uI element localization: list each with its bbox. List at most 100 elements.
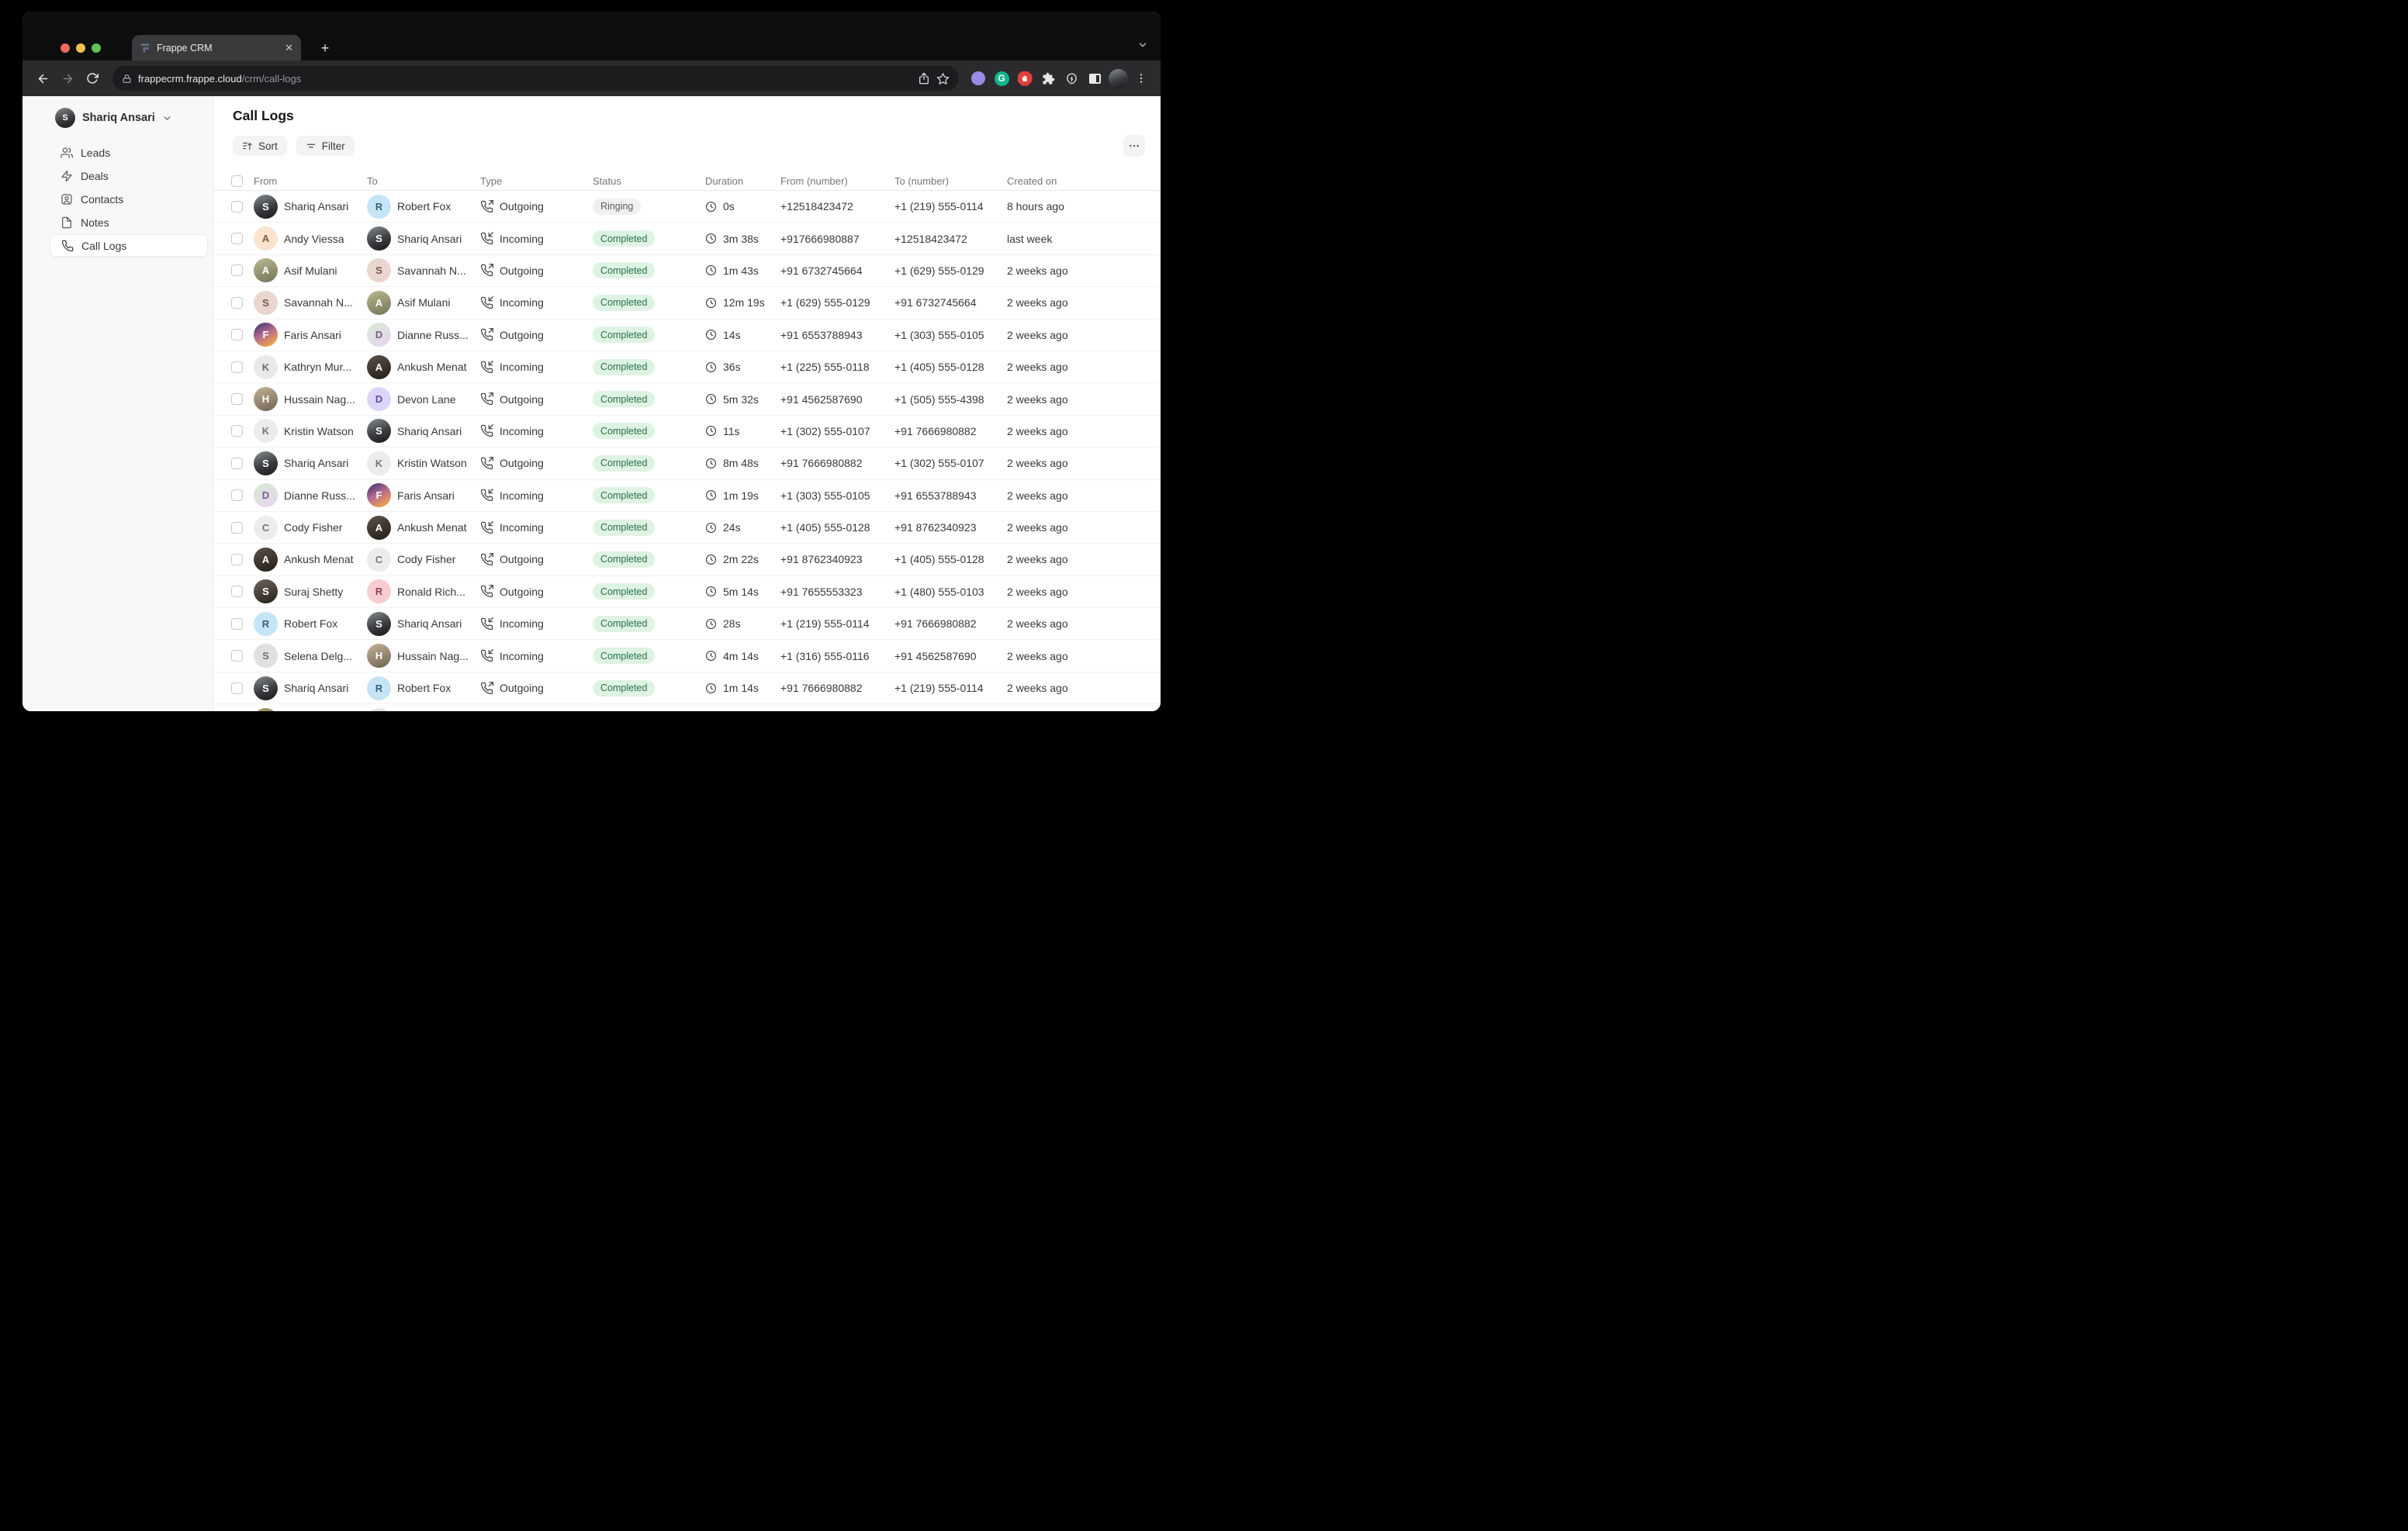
row-checkbox[interactable] [231, 489, 243, 501]
grammarly-extension-icon[interactable]: G [991, 68, 1012, 88]
close-tab-icon[interactable]: ✕ [285, 43, 293, 53]
from-number: +1 (225) 555-0118 [780, 361, 870, 373]
row-checkbox[interactable] [231, 650, 243, 662]
reading-list-sidebar-icon[interactable] [1085, 68, 1105, 88]
from-avatar: R [254, 612, 278, 636]
status-badge: Completed [593, 487, 655, 503]
to-number: +1 (219) 555-0114 [894, 682, 984, 694]
from-name: Asif Mulani [284, 264, 337, 277]
table-row[interactable]: RRobert Fox SShariq Ansari Incoming Comp… [213, 608, 1161, 640]
sort-button[interactable]: Sort [233, 136, 287, 156]
user-avatar: S [55, 108, 75, 128]
row-checkbox[interactable] [231, 554, 243, 565]
table-row[interactable]: DDianne Russ... FFaris Ansari Incoming C… [213, 480, 1161, 512]
column-header-to-number[interactable]: To (number) [894, 175, 1007, 187]
call-type: Incoming [500, 361, 544, 373]
incoming-call-icon [480, 232, 493, 245]
row-checkbox[interactable] [231, 522, 243, 534]
reload-button[interactable] [81, 67, 103, 89]
incoming-call-icon [480, 296, 493, 309]
row-checkbox[interactable] [231, 329, 243, 340]
column-header-type[interactable]: Type [480, 175, 593, 187]
select-all-checkbox[interactable] [231, 175, 243, 187]
table-row[interactable]: FFaris Ansari DDianne Russ... Outgoing C… [213, 320, 1161, 351]
github-extension-icon[interactable] [968, 68, 988, 88]
more-options-button[interactable] [1123, 135, 1145, 157]
row-checkbox[interactable] [231, 618, 243, 630]
notes-icon [61, 216, 73, 229]
table-row[interactable]: KKristin Watson SShariq Ansari Incoming … [213, 416, 1161, 448]
row-checkbox[interactable] [231, 458, 243, 469]
column-header-from-number[interactable]: From (number) [780, 175, 894, 187]
table-row[interactable]: SShariq Ansari RRobert Fox Outgoing Comp… [213, 672, 1161, 704]
sidebar-item-notes[interactable]: Notes [50, 211, 208, 233]
created-on: last week [1007, 233, 1052, 245]
table-row[interactable] [213, 704, 1161, 711]
row-checkbox[interactable] [231, 264, 243, 276]
table-row[interactable]: CCody Fisher AAnkush Menat Incoming Comp… [213, 512, 1161, 544]
table-row[interactable]: SShariq Ansari KKristin Watson Outgoing … [213, 448, 1161, 479]
sidebar-item-label: Leads [81, 147, 110, 159]
filter-button-label: Filter [322, 140, 345, 152]
clock-icon [705, 297, 717, 309]
share-icon[interactable] [918, 72, 930, 85]
user-menu[interactable]: S Shariq Ansari [22, 107, 213, 129]
clock-icon [705, 425, 717, 437]
column-header-status[interactable]: Status [593, 175, 705, 187]
table-row[interactable]: SSelena Delg... HHussain Nag... Incoming… [213, 640, 1161, 672]
row-checkbox[interactable] [231, 393, 243, 405]
row-checkbox[interactable] [231, 586, 243, 597]
call-type: Outgoing [500, 393, 544, 406]
tab-search-chevron-icon[interactable] [1137, 40, 1148, 50]
row-checkbox[interactable] [231, 297, 243, 309]
table-row[interactable]: AAndy Viessa SShariq Ansari Incoming Com… [213, 223, 1161, 254]
from-number: +91 7666980882 [780, 682, 863, 694]
sidebar-item-call-logs[interactable]: Call Logs [50, 234, 208, 257]
row-checkbox[interactable] [231, 425, 243, 437]
table-row[interactable]: SSavannah N... AAsif Mulani Incoming Com… [213, 287, 1161, 319]
row-checkbox[interactable] [231, 233, 243, 244]
sidebar-item-deals[interactable]: Deals [50, 164, 208, 187]
clock-icon [705, 201, 717, 213]
adblock-extension-icon[interactable] [1015, 68, 1035, 88]
to-number: +12518423472 [894, 233, 967, 245]
profile-avatar[interactable] [1108, 68, 1128, 88]
filter-button[interactable]: Filter [296, 136, 355, 156]
from-name: Robert Fox [284, 617, 337, 630]
browser-menu-icon[interactable] [1131, 68, 1151, 88]
browser-tab[interactable]: Frappe CRM ✕ [132, 35, 301, 60]
forward-button[interactable] [57, 67, 78, 89]
table-row[interactable]: HHussain Nag... DDevon Lane Outgoing Com… [213, 383, 1161, 415]
extensions-puzzle-icon[interactable] [1038, 68, 1058, 88]
browser-window: Frappe CRM ✕ + frappecrm.frappe.cloud/cr… [22, 12, 1161, 711]
table-row[interactable]: SShariq Ansari RRobert Fox Outgoing Ring… [213, 191, 1161, 223]
column-header-to[interactable]: To [367, 175, 480, 187]
bookmark-star-icon[interactable] [936, 72, 950, 85]
url-bar[interactable]: frappecrm.frappe.cloud/crm/call-logs [112, 66, 959, 91]
table-row[interactable]: SSuraj Shetty RRonald Rich... Outgoing C… [213, 576, 1161, 608]
row-checkbox[interactable] [231, 361, 243, 373]
table-row[interactable]: AAnkush Menat CCody Fisher Outgoing Comp… [213, 544, 1161, 575]
from-avatar: S [254, 644, 278, 668]
back-button[interactable] [32, 67, 54, 89]
table-row[interactable]: KKathryn Mur... AAnkush Menat Incoming C… [213, 351, 1161, 383]
minimize-window-button[interactable] [76, 43, 85, 53]
close-window-button[interactable] [61, 43, 70, 53]
sidebar-item-leads[interactable]: Leads [50, 141, 208, 164]
status-badge: Completed [593, 423, 655, 439]
maximize-window-button[interactable] [92, 43, 101, 53]
table-row[interactable]: AAsif Mulani SSavannah N... Outgoing Com… [213, 255, 1161, 287]
column-header-duration[interactable]: Duration [705, 175, 780, 187]
row-checkbox[interactable] [231, 683, 243, 694]
to-name: Ankush Menat [397, 361, 467, 373]
incoming-call-icon [480, 617, 493, 631]
from-number: +1 (302) 555-0107 [780, 425, 870, 437]
sidebar-item-contacts[interactable]: Contacts [50, 188, 208, 210]
row-checkbox[interactable] [231, 201, 243, 213]
incoming-call-icon [480, 649, 493, 662]
column-header-from[interactable]: From [254, 175, 367, 187]
status-badge: Completed [593, 295, 655, 311]
energy-saver-extension-icon[interactable] [1061, 68, 1081, 88]
column-header-created-on[interactable]: Created on [1007, 175, 1148, 187]
new-tab-button[interactable]: + [316, 40, 334, 58]
